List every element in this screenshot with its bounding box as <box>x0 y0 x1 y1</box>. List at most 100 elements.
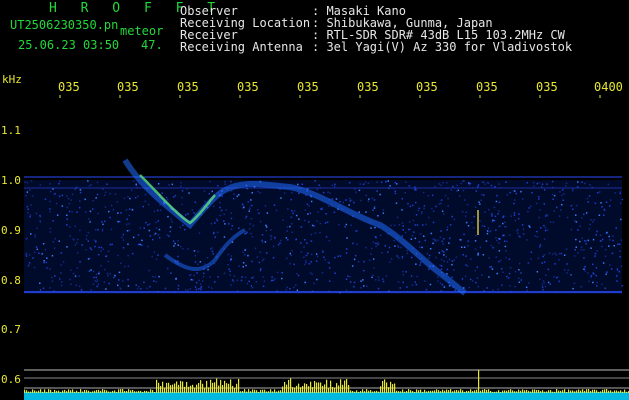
noise-dot <box>401 235 403 237</box>
noise-dot <box>561 204 563 206</box>
noise-dot <box>377 287 380 290</box>
signal-peak <box>218 385 220 393</box>
noise-dot <box>616 269 619 271</box>
noise-dot <box>590 275 593 277</box>
noise-dot <box>508 258 511 260</box>
signal-peak <box>476 389 478 393</box>
noise-dot <box>106 183 108 185</box>
signal-peak <box>608 390 610 393</box>
signal-peak <box>66 391 68 393</box>
noise-dot <box>570 205 573 207</box>
noise-dot <box>171 221 173 223</box>
noise-dot <box>566 216 569 219</box>
noise-dot <box>401 222 404 224</box>
noise-dot <box>286 257 288 260</box>
noise-dot <box>70 199 72 201</box>
signal-peak <box>182 381 184 393</box>
noise-dot <box>482 181 484 183</box>
noise-dot <box>346 248 348 250</box>
noise-dot <box>583 213 585 216</box>
noise-dot <box>286 230 288 232</box>
noise-dot <box>287 208 289 210</box>
noise-dot <box>305 260 307 262</box>
noise-dot <box>126 218 128 220</box>
signal-peak <box>370 390 372 393</box>
noise-dot <box>198 232 201 234</box>
noise-dot <box>231 225 233 227</box>
noise-dot <box>293 286 295 289</box>
noise-dot <box>100 250 102 252</box>
noise-dot <box>472 227 475 229</box>
noise-dot <box>379 193 381 196</box>
signal-peak <box>534 389 536 393</box>
noise-dot <box>89 221 91 223</box>
noise-dot <box>62 261 65 263</box>
noise-dot <box>415 263 417 265</box>
noise-dot <box>171 183 174 186</box>
noise-dot <box>353 201 355 204</box>
noise-dot <box>255 281 258 283</box>
signal-peak <box>410 390 412 393</box>
noise-dot <box>480 199 482 202</box>
noise-dot <box>329 192 331 194</box>
noise-dot <box>243 206 245 209</box>
noise-dot <box>344 226 346 228</box>
noise-dot <box>552 253 554 255</box>
noise-dot <box>495 229 497 231</box>
noise-dot <box>465 211 467 213</box>
noise-dot <box>475 234 477 237</box>
noise-dot <box>71 211 73 213</box>
signal-peak <box>454 390 456 393</box>
noise-dot <box>464 215 467 217</box>
signal-peak <box>542 390 544 393</box>
signal-peak <box>402 389 404 393</box>
noise-dot <box>95 197 97 199</box>
noise-dot <box>506 193 508 196</box>
noise-dot <box>322 251 324 253</box>
noise-dot <box>265 224 267 227</box>
noise-dot <box>157 234 160 236</box>
noise-dot <box>251 260 253 263</box>
signal-peak <box>274 389 276 393</box>
noise-dot <box>170 272 172 274</box>
signal-peak <box>318 382 320 393</box>
signal-peak <box>24 389 26 393</box>
noise-dot <box>362 279 364 281</box>
noise-dot <box>507 277 510 279</box>
signal-peak <box>622 391 624 393</box>
noise-dot <box>593 273 595 275</box>
signal-peak <box>220 379 222 393</box>
noise-dot <box>228 268 230 270</box>
noise-dot <box>286 286 289 289</box>
noise-dot <box>476 266 479 268</box>
noise-dot <box>180 245 182 248</box>
signal-peak <box>246 391 248 393</box>
noise-dot <box>509 191 511 194</box>
noise-dot <box>242 205 245 207</box>
noise-dot <box>121 236 123 239</box>
noise-dot <box>318 184 320 186</box>
signal-peak <box>346 379 348 393</box>
noise-dot <box>43 260 45 262</box>
noise-dot <box>262 276 264 278</box>
noise-dot <box>153 210 156 213</box>
noise-dot <box>453 259 456 261</box>
signal-peak <box>234 388 236 393</box>
noise-dot <box>74 244 77 246</box>
noise-dot <box>585 243 587 245</box>
noise-dot <box>238 194 240 196</box>
signal-peak <box>154 392 156 393</box>
signal-peak <box>382 381 384 393</box>
noise-dot <box>88 218 90 220</box>
noise-dot <box>89 210 92 213</box>
noise-dot <box>250 285 253 287</box>
noise-dot <box>345 278 348 280</box>
noise-dot <box>35 212 38 215</box>
noise-dot <box>408 185 411 187</box>
noise-dot <box>443 260 445 262</box>
noise-dot <box>247 254 249 257</box>
noise-dot <box>440 184 442 186</box>
noise-dot <box>250 218 253 220</box>
signal-peak <box>112 390 114 393</box>
noise-dot <box>547 268 550 271</box>
